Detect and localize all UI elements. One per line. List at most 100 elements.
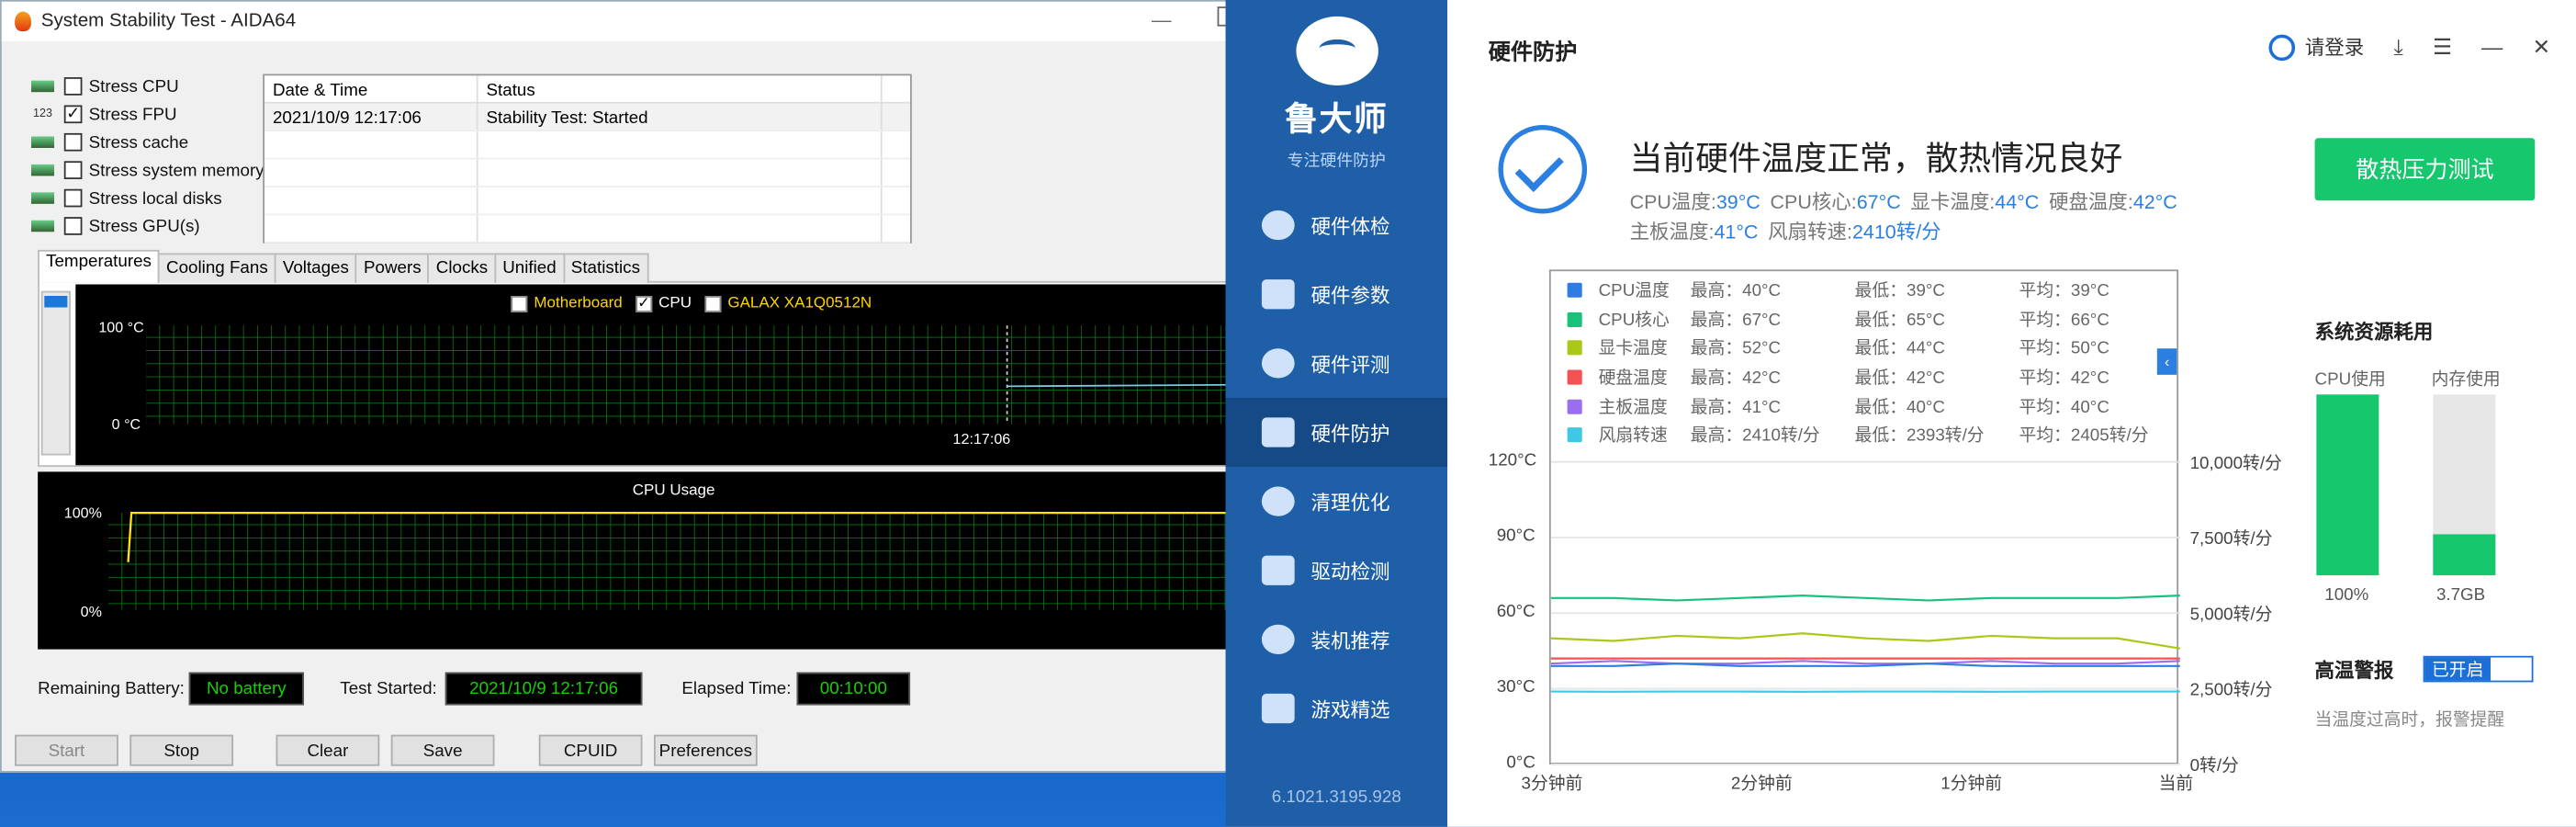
reading-value: 41°C — [1714, 220, 1759, 244]
stress-option[interactable]: Stress local disks — [30, 184, 264, 211]
sidebar-item[interactable]: 硬件评测 — [1226, 329, 1448, 398]
stress-checkbox[interactable] — [63, 161, 83, 179]
sidebar-item[interactable]: 硬件参数 — [1226, 260, 1448, 329]
legend-motherboard: Motherboard — [534, 294, 623, 312]
sidebar-item[interactable]: 游戏精选 — [1226, 674, 1448, 742]
temp-y-max: 100 °C — [98, 319, 144, 335]
user-icon[interactable] — [2268, 33, 2296, 61]
preferences-button[interactable]: Preferences — [653, 734, 758, 766]
table-row[interactable]: 2021/10/9 12:17:06 Stability Test: Start… — [264, 103, 911, 132]
table-row — [264, 159, 911, 187]
tab-5[interactable]: Unified — [494, 253, 565, 283]
sidebar-item-label: 硬件评测 — [1310, 352, 1390, 376]
y-left-tick: 90°C — [1496, 526, 1535, 546]
y-left-tick: 60°C — [1496, 601, 1535, 622]
column-status[interactable]: Status — [478, 75, 883, 102]
minimize-icon[interactable]: — — [2481, 35, 2503, 60]
nav-icon — [1261, 486, 1295, 516]
collapse-legend-icon[interactable]: ‹ — [2156, 348, 2177, 375]
battery-value: No battery — [188, 672, 304, 706]
grid-area — [108, 513, 1251, 610]
stress-checkbox[interactable]: ✓ — [63, 105, 83, 124]
memory-module-icon — [30, 164, 55, 176]
cpuid-button[interactable]: CPUID — [538, 734, 643, 766]
tab-6[interactable]: Statistics — [562, 253, 648, 283]
status-log-table: Date & Time Status 2021/10/9 12:17:06 St… — [263, 74, 912, 244]
sidebar-item[interactable]: 硬件防护 — [1225, 397, 1448, 468]
tab-4[interactable]: Clocks — [427, 253, 497, 283]
menu-icon[interactable]: ☰ — [2433, 34, 2452, 61]
aida64-titlebar[interactable]: System Stability Test - AIDA64 — [1, 1, 1247, 41]
test-started-value: 2021/10/9 12:17:06 — [444, 672, 643, 706]
tab-1[interactable]: Cooling Fans — [158, 253, 276, 283]
sidebar-item[interactable]: 驱动检测 — [1226, 536, 1448, 605]
minimize-icon[interactable]: — — [1152, 8, 1171, 31]
stress-label: Stress FPU — [88, 104, 177, 125]
stress-label: Stress cache — [88, 132, 189, 153]
stress-checkbox[interactable] — [63, 188, 83, 208]
temp-y-min: 0 °C — [111, 415, 141, 433]
column-date-time[interactable]: Date & Time — [264, 75, 478, 102]
vertical-slider[interactable] — [40, 290, 71, 456]
legend-checkbox-galax[interactable] — [704, 295, 722, 312]
flame-icon — [15, 11, 31, 31]
stress-checkbox[interactable] — [63, 132, 83, 152]
legend-checkbox-cpu[interactable]: ✓ — [636, 294, 652, 312]
slider-thumb[interactable] — [44, 296, 68, 308]
sidebar-item[interactable]: 清理优化 — [1226, 467, 1448, 536]
stress-option[interactable]: Stress GPU(s) — [30, 212, 264, 240]
top-controls: 请登录 ⤓ ☰ — ✕ — [2268, 33, 2550, 61]
empty-cell — [264, 215, 478, 242]
series-line — [1550, 595, 2180, 602]
stress-label: Stress system memory — [88, 160, 264, 180]
stress-option[interactable]: Stress CPU — [30, 73, 264, 100]
elapsed-time-value: 00:10:00 — [796, 672, 911, 706]
memory-usage-label: 内存使用 — [2431, 369, 2501, 390]
sidebar-item[interactable]: 硬件体检 — [1226, 191, 1448, 260]
download-icon[interactable]: ⤓ — [2393, 34, 2402, 61]
stress-label: Stress CPU — [88, 76, 179, 96]
stress-checkbox[interactable] — [63, 217, 83, 235]
alarm-toggle[interactable]: 已开启 — [2423, 655, 2534, 683]
page-title: 硬件防护 — [1488, 39, 1578, 64]
stress-test-button[interactable]: 散热压力测试 — [2314, 138, 2536, 201]
stress-checkbox[interactable] — [63, 77, 83, 96]
stress-option[interactable]: 123 ✓ Stress FPU — [31, 100, 264, 128]
y-right-tick: 7,500转/分 — [2189, 529, 2273, 549]
battery-label: Remaining Battery: — [38, 678, 185, 699]
legend-checkbox-motherboard[interactable] — [511, 295, 528, 312]
stress-label: Stress local disks — [88, 187, 222, 209]
cpu-chip-icon — [30, 80, 55, 93]
y-right-tick: 5,000转/分 — [2189, 605, 2273, 625]
nav-icon — [1261, 555, 1295, 585]
sidebar-item-label: 硬件防护 — [1310, 421, 1390, 445]
sidebar-item[interactable]: 装机推荐 — [1226, 605, 1448, 674]
memory-usage-value: 3.7GB — [2435, 584, 2486, 606]
reading-label: 主板温度: — [1629, 220, 1715, 244]
sidebar-item-label: 游戏精选 — [1310, 697, 1390, 721]
alarm-toggle-label: 已开启 — [2424, 657, 2491, 681]
stress-option[interactable]: Stress system memory — [30, 156, 264, 184]
start-button[interactable]: Start — [15, 734, 118, 766]
brand-name: 鲁大师 — [1284, 101, 1389, 139]
tab-0[interactable]: Temperatures — [38, 249, 160, 283]
memory-usage-bar — [2433, 394, 2496, 576]
cache-chip-icon — [30, 136, 55, 149]
stop-button[interactable]: Stop — [129, 734, 234, 766]
screen: System Stability Test - AIDA64 — Stress … — [0, 0, 2576, 827]
table-row — [264, 215, 911, 244]
tab-3[interactable]: Powers — [355, 253, 430, 283]
window-title: System Stability Test - AIDA64 — [40, 11, 297, 31]
x-tick: 当前 — [2158, 774, 2194, 795]
legend-galax: GALAX XA1Q0512N — [727, 294, 872, 312]
nav-icon — [1261, 417, 1295, 447]
main-panel: 硬件防护 请登录 ⤓ ☰ — ✕ 当前硬件温度正常，散热情况良好 CPU温度:3… — [1447, 0, 2576, 827]
stress-option[interactable]: Stress cache — [30, 129, 264, 156]
close-icon[interactable]: ✕ — [2532, 34, 2550, 61]
tab-2[interactable]: Voltages — [274, 253, 357, 283]
save-button[interactable]: Save — [390, 734, 495, 766]
version-label: 6.1021.3195.928 — [1271, 787, 1401, 808]
clear-button[interactable]: Clear — [276, 734, 380, 766]
reading-value: 2410转/分 — [1851, 220, 1941, 244]
login-link[interactable]: 请登录 — [2305, 33, 2364, 61]
